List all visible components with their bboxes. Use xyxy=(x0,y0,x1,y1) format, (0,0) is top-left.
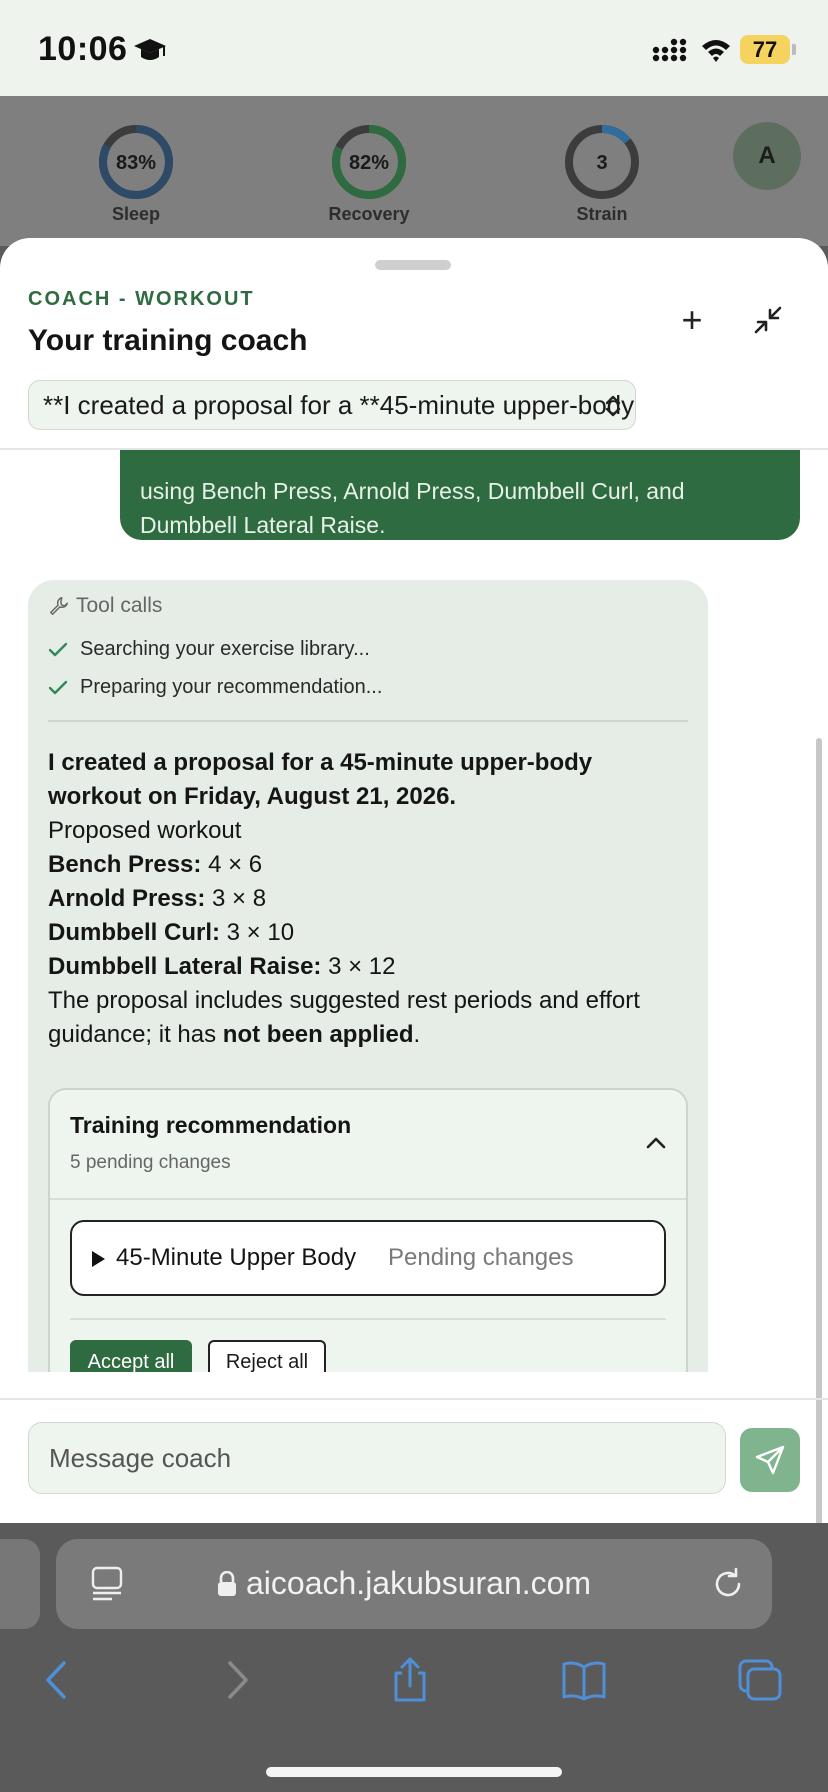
disclosure-triangle-icon xyxy=(92,1251,105,1267)
user-message-line: Dumbbell Lateral Raise. xyxy=(140,512,386,538)
graduation-cap-icon xyxy=(134,39,166,60)
metric-label-strain: Strain xyxy=(576,204,628,224)
chevron-updown-icon xyxy=(605,395,621,417)
reject-all-button[interactable]: Reject all xyxy=(208,1340,326,1372)
exercise-line: Dumbbell Curl: 3 × 10 xyxy=(48,919,295,946)
coach-sheet: COACH - WORKOUT Your training coach + **… xyxy=(0,238,828,1523)
thread-select-value: **I created a proposal for a **45-minute… xyxy=(43,390,635,420)
metric-label-sleep: Sleep xyxy=(111,204,161,224)
svg-text:3: 3 xyxy=(596,152,607,174)
battery-tip xyxy=(792,44,796,55)
previous-tab-peek[interactable] xyxy=(0,1539,40,1629)
check-icon xyxy=(48,642,68,656)
metric-strain[interactable]: 3 Strain xyxy=(532,122,672,225)
chat-thread[interactable]: using Bench Press, Arnold Press, Dumbbel… xyxy=(0,450,828,1372)
exercise-line: Arnold Press: 3 × 8 xyxy=(48,885,267,912)
minimize-icon[interactable] xyxy=(748,300,788,340)
chevron-up-icon[interactable] xyxy=(644,1134,668,1150)
svg-text:83%: 83% xyxy=(116,152,156,174)
wrench-icon xyxy=(50,597,68,616)
composer-divider xyxy=(0,1398,828,1400)
training-recommendation-panel: Training recommendation 5 pending change… xyxy=(48,1088,688,1372)
recommendation-subtitle: 5 pending changes xyxy=(70,1152,231,1173)
check-icon xyxy=(48,680,68,694)
metric-label-recovery: Recovery xyxy=(328,204,410,224)
user-message-line: using Bench Press, Arnold Press, Dumbbel… xyxy=(140,478,685,504)
workout-name: 45-Minute Upper Body xyxy=(116,1244,357,1271)
cellular-signal-icon xyxy=(652,38,687,62)
sheet-title: Your training coach xyxy=(28,324,308,357)
home-indicator[interactable] xyxy=(266,1767,562,1777)
metrics-row: 83% Sleep 82% Recovery 3 Strain A xyxy=(0,96,828,246)
status-bar: 10:06 77 xyxy=(0,0,828,96)
strain-ring: 3 xyxy=(565,125,639,199)
status-time: 10:06 xyxy=(38,30,128,68)
sheet-eyebrow: COACH - WORKOUT xyxy=(28,288,255,310)
back-icon[interactable] xyxy=(34,1657,82,1703)
new-chat-button[interactable]: + xyxy=(672,300,712,340)
recommendation-divider xyxy=(50,1198,686,1200)
forward-icon[interactable] xyxy=(212,1657,260,1703)
accept-all-button[interactable]: Accept all xyxy=(70,1340,192,1372)
message-input[interactable]: Message coach xyxy=(28,1422,726,1494)
chat-scrollbar[interactable] xyxy=(816,738,822,1523)
lock-icon xyxy=(218,1571,236,1596)
assistant-message-text: I created a proposal for a 45-minute upp… xyxy=(48,746,688,1052)
bookmarks-icon[interactable] xyxy=(560,1657,608,1703)
recommendation-title: Training recommendation xyxy=(70,1112,352,1138)
assistant-message-card: Tool calls Searching your exercise libra… xyxy=(28,580,708,1372)
send-icon xyxy=(755,1445,785,1475)
avatar[interactable]: A xyxy=(733,122,801,190)
share-icon[interactable] xyxy=(386,1657,434,1703)
reload-icon[interactable] xyxy=(710,1566,746,1602)
svg-text:82%: 82% xyxy=(349,152,389,174)
page-menu-icon[interactable] xyxy=(90,1565,124,1603)
tool-calls-divider xyxy=(48,720,688,722)
send-button[interactable] xyxy=(740,1428,800,1492)
tool-call-item: Preparing your recommendation... xyxy=(48,676,382,699)
browser-toolbar: aicoach.jakubsuran.com xyxy=(0,1523,828,1792)
sleep-ring: 83% xyxy=(99,125,173,199)
metric-sleep[interactable]: 83% Sleep xyxy=(66,122,206,225)
workout-disclosure[interactable]: 45-Minute Upper Body Pending changes xyxy=(70,1220,666,1296)
battery-level: 77 xyxy=(740,35,790,64)
actions-divider xyxy=(70,1318,666,1320)
thread-select[interactable]: **I created a proposal for a **45-minute… xyxy=(28,380,636,430)
wifi-icon xyxy=(702,40,730,62)
workout-status: Pending changes xyxy=(388,1244,574,1271)
proposal-footer: The proposal includes suggested rest per… xyxy=(48,987,640,1048)
url-text: aicoach.jakubsuran.com xyxy=(246,1565,592,1601)
sheet-grabber[interactable] xyxy=(375,260,451,270)
summary-line: I created a proposal for a 45-minute upp… xyxy=(48,749,593,810)
tabs-icon[interactable] xyxy=(736,1657,784,1703)
user-message-bubble: using Bench Press, Arnold Press, Dumbbel… xyxy=(120,450,800,540)
metric-recovery[interactable]: 82% Recovery xyxy=(299,122,439,225)
exercise-line: Dumbbell Lateral Raise: 3 × 12 xyxy=(48,953,396,980)
recovery-ring: 82% xyxy=(332,125,406,199)
exercise-line: Bench Press: 4 × 6 xyxy=(48,851,263,878)
address-bar[interactable]: aicoach.jakubsuran.com xyxy=(56,1539,772,1629)
tool-call-item: Searching your exercise library... xyxy=(48,638,370,661)
proposed-heading: Proposed workout xyxy=(48,817,242,844)
tool-calls-label: Tool calls xyxy=(76,594,163,617)
tool-calls-header[interactable]: Tool calls xyxy=(48,594,162,618)
